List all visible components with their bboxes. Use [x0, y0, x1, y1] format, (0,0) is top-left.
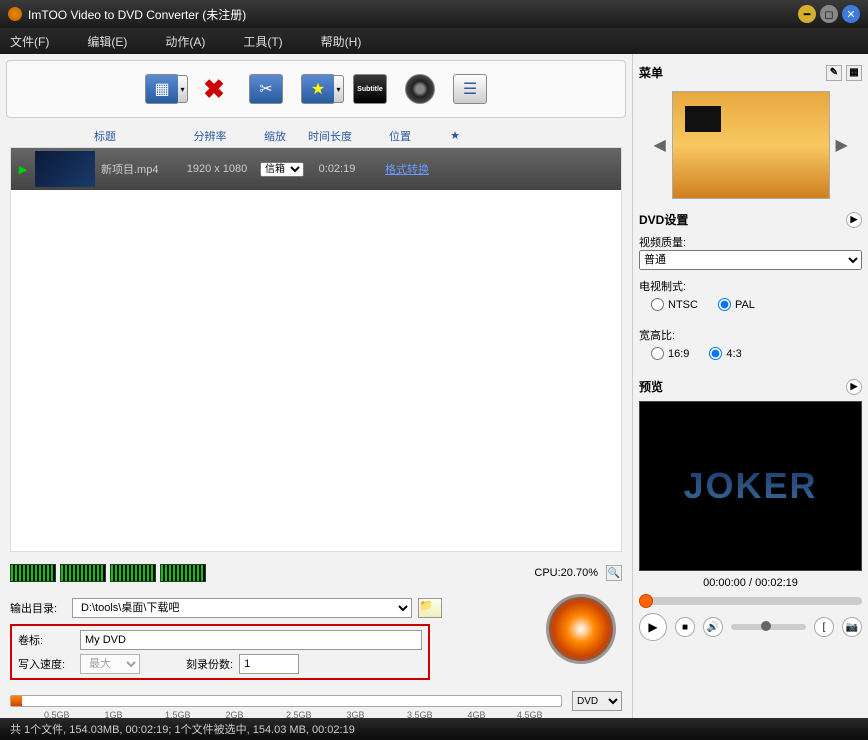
- file-duration: 0:02:19: [307, 163, 367, 175]
- cpu-graph-3: [110, 564, 156, 582]
- preview-panel-title: 预览: [639, 378, 663, 395]
- col-star[interactable]: ★: [440, 129, 470, 142]
- col-title[interactable]: 标题: [40, 128, 170, 144]
- copies-label: 刻录份数:: [186, 656, 233, 672]
- video-quality-label: 视频质量:: [639, 234, 862, 250]
- cpu-graph-1: [10, 564, 56, 582]
- effects-button[interactable]: ★▾: [301, 74, 335, 104]
- aspect-169-radio[interactable]: 16:9: [651, 347, 689, 360]
- file-list-header: 标题 分辨率 缩放 时间长度 位置 ★: [10, 124, 622, 148]
- burn-button[interactable]: [546, 594, 616, 664]
- output-dir-select[interactable]: D:\tools\桌面\下载吧: [72, 598, 412, 618]
- tv-standard-pal-radio[interactable]: PAL: [718, 298, 755, 311]
- aspect-43-radio[interactable]: 4:3: [709, 347, 741, 360]
- video-preview: JOKER: [639, 401, 862, 571]
- mark-in-button[interactable]: [: [814, 617, 834, 637]
- close-button[interactable]: ✕: [842, 5, 860, 23]
- file-name: 新项目.mp4: [101, 161, 177, 177]
- cpu-percent: CPU:20.70%: [534, 567, 598, 579]
- carousel-next-button[interactable]: ▶: [836, 135, 848, 155]
- preview-frame-content: JOKER: [683, 465, 817, 507]
- preview-expand-icon[interactable]: ▶: [846, 379, 862, 395]
- disc-size-gauge: 0.5GB 1GB 1.5GB 2GB 2.5GB 3GB 3.5GB 4GB …: [10, 695, 562, 707]
- add-video-button[interactable]: ▦▾: [145, 74, 179, 104]
- burn-settings-highlight: 卷标: 写入速度: 最大 刻录份数:: [10, 624, 430, 680]
- seek-knob[interactable]: [639, 594, 653, 608]
- file-resolution: 1920 x 1080: [177, 163, 257, 175]
- browse-folder-button[interactable]: 📁: [418, 598, 442, 618]
- subtitle-button[interactable]: Subtitle: [353, 74, 387, 104]
- list-view-button[interactable]: ☰: [453, 74, 487, 104]
- preview-disc-button[interactable]: [405, 74, 435, 104]
- cut-button[interactable]: ✂: [249, 74, 283, 104]
- dvd-settings-expand-icon[interactable]: ▶: [846, 212, 862, 228]
- convert-format-link[interactable]: 格式转换: [367, 161, 447, 177]
- status-text: 共 1个文件, 154.03MB, 00:02:19; 1个文件被选中, 154…: [10, 721, 355, 737]
- play-button[interactable]: ▶: [639, 613, 667, 641]
- volume-slider[interactable]: [731, 624, 806, 630]
- effects-dropdown[interactable]: ▾: [334, 75, 344, 103]
- carousel-prev-button[interactable]: ◀: [654, 135, 666, 155]
- aspect-ratio-label: 宽高比:: [639, 327, 862, 343]
- app-logo-icon: [8, 7, 22, 21]
- menu-action[interactable]: 动作(A): [165, 33, 205, 50]
- output-dir-label: 输出目录:: [10, 600, 66, 616]
- volume-icon[interactable]: 🔊: [703, 617, 723, 637]
- file-row[interactable]: ▶ 新项目.mp4 1920 x 1080 信箱 0:02:19 格式转换: [11, 148, 621, 190]
- maximize-button[interactable]: ◻: [820, 5, 838, 23]
- window-title: ImTOO Video to DVD Converter (未注册): [28, 6, 794, 23]
- stop-button[interactable]: ■: [675, 617, 695, 637]
- dvd-settings-title: DVD设置: [639, 211, 688, 228]
- menu-edit[interactable]: 编辑(E): [87, 33, 127, 50]
- tv-standard-ntsc-radio[interactable]: NTSC: [651, 298, 698, 311]
- status-bar: 共 1个文件, 154.03MB, 00:02:19; 1个文件被选中, 154…: [0, 718, 868, 740]
- video-quality-select[interactable]: 普通: [639, 250, 862, 270]
- toolbar: ▦▾ ✖ ✂ ★▾ Subtitle ☰: [6, 60, 626, 118]
- col-duration[interactable]: 时间长度: [300, 128, 360, 144]
- add-video-dropdown[interactable]: ▾: [178, 75, 188, 103]
- cpu-graph-4: [160, 564, 206, 582]
- preview-time: 00:00:00 / 00:02:19: [639, 577, 862, 589]
- menu-template-thumbnail[interactable]: [672, 91, 830, 199]
- menu-help[interactable]: 帮助(H): [321, 33, 362, 50]
- col-position[interactable]: 位置: [360, 128, 440, 144]
- cpu-graph-2: [60, 564, 106, 582]
- edit-menu-icon[interactable]: ✎: [826, 65, 842, 81]
- delete-button[interactable]: ✖: [197, 74, 231, 104]
- menu-panel-title: 菜单: [639, 64, 663, 81]
- volume-input[interactable]: [80, 630, 422, 650]
- zoom-select[interactable]: 信箱: [260, 162, 304, 177]
- speed-label: 写入速度:: [18, 656, 74, 672]
- seek-slider[interactable]: [639, 597, 862, 605]
- menu-tools[interactable]: 工具(T): [243, 33, 282, 50]
- grid-view-icon[interactable]: ▦: [846, 65, 862, 81]
- speed-select[interactable]: 最大: [80, 654, 140, 674]
- col-zoom[interactable]: 缩放: [250, 128, 300, 144]
- disc-type-select[interactable]: DVD: [572, 691, 622, 711]
- col-resolution[interactable]: 分辨率: [170, 128, 250, 144]
- copies-input[interactable]: [239, 654, 299, 674]
- snapshot-button[interactable]: 📷: [842, 617, 862, 637]
- cpu-search-icon[interactable]: 🔍: [606, 565, 622, 581]
- disc-size-used: [11, 696, 22, 706]
- file-list[interactable]: ▶ 新项目.mp4 1920 x 1080 信箱 0:02:19 格式转换: [10, 148, 622, 552]
- volume-label: 卷标:: [18, 632, 74, 648]
- play-indicator-icon: ▶: [11, 163, 35, 176]
- menu-file[interactable]: 文件(F): [10, 33, 49, 50]
- video-thumbnail: [35, 151, 95, 187]
- minimize-button[interactable]: ━: [798, 5, 816, 23]
- tv-standard-label: 电视制式:: [639, 278, 862, 294]
